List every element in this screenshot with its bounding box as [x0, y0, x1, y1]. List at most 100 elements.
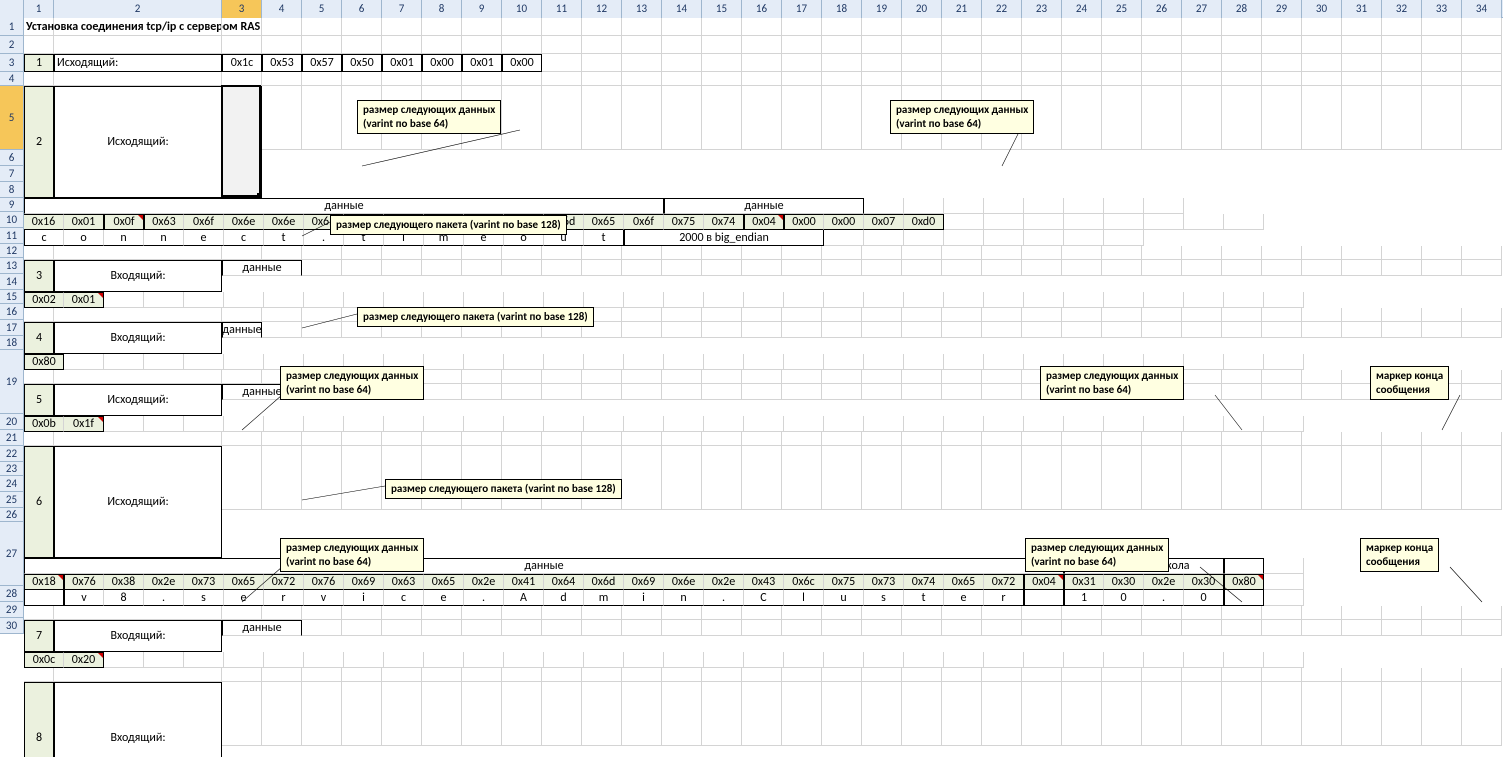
cell[interactable] [264, 416, 304, 432]
col-header[interactable]: 1 [24, 0, 54, 18]
cell[interactable] [1024, 652, 1064, 668]
cell[interactable] [54, 370, 222, 384]
cell[interactable] [1302, 18, 1342, 36]
cell[interactable] [582, 36, 622, 54]
cell[interactable] [24, 590, 64, 606]
cell[interactable] [1182, 54, 1222, 72]
cell[interactable] [662, 72, 702, 86]
cell[interactable] [1462, 308, 1502, 322]
cell[interactable] [502, 384, 542, 400]
cell[interactable] [902, 18, 942, 36]
cell[interactable] [422, 36, 462, 54]
cell[interactable]: 0x07 [864, 214, 904, 230]
cell[interactable] [1342, 72, 1382, 86]
cell[interactable] [1342, 668, 1382, 682]
row-header[interactable]: 9 [0, 198, 24, 212]
cell[interactable] [742, 322, 782, 338]
cell[interactable] [1422, 668, 1462, 682]
cell[interactable] [942, 36, 982, 54]
cell[interactable] [542, 260, 582, 276]
cell[interactable] [542, 620, 582, 636]
cell[interactable] [1062, 18, 1102, 36]
cell[interactable] [422, 620, 462, 636]
col-header[interactable]: 9 [462, 0, 502, 18]
cell[interactable]: e [224, 590, 264, 606]
row-header[interactable]: 8 [0, 182, 24, 198]
cell[interactable]: e [424, 590, 464, 606]
cell[interactable] [262, 246, 302, 260]
cell[interactable] [862, 370, 902, 384]
cell[interactable]: s [184, 590, 224, 606]
cell[interactable] [1062, 246, 1102, 260]
row-header[interactable]: 24 [0, 476, 24, 492]
cell[interactable] [704, 416, 744, 432]
cell[interactable] [1462, 606, 1502, 620]
cell[interactable] [902, 432, 942, 446]
cell[interactable] [144, 652, 184, 668]
cell[interactable]: 0x01 [64, 292, 104, 308]
cell[interactable] [984, 230, 1024, 246]
cell[interactable]: 0x75 [824, 574, 864, 590]
row-header[interactable]: 20 [0, 414, 24, 430]
cell[interactable] [1024, 590, 1064, 606]
cell[interactable]: 2000 в big_endian [624, 230, 824, 246]
cell[interactable] [904, 416, 944, 432]
cell[interactable] [342, 18, 382, 36]
cell[interactable] [1142, 18, 1182, 36]
cell[interactable]: 0x6e [664, 574, 704, 590]
cell[interactable] [302, 682, 342, 746]
cell[interactable] [1382, 18, 1422, 36]
col-header[interactable]: 10 [502, 0, 542, 18]
col-header[interactable]: 21 [942, 0, 982, 18]
col-header[interactable]: 31 [1342, 0, 1382, 18]
cell[interactable] [782, 668, 822, 682]
cell[interactable] [1382, 86, 1422, 150]
cell[interactable] [1264, 558, 1304, 574]
row-header[interactable]: 5 [0, 86, 24, 150]
cell[interactable] [342, 668, 382, 682]
cell[interactable] [1104, 416, 1144, 432]
cell[interactable] [24, 606, 54, 620]
cell[interactable] [1022, 308, 1062, 322]
cell[interactable] [1222, 36, 1262, 54]
cell[interactable] [262, 86, 302, 150]
cell[interactable] [744, 354, 784, 370]
cell[interactable] [1142, 246, 1182, 260]
cell[interactable] [1382, 54, 1422, 72]
cell[interactable] [782, 54, 822, 72]
cell[interactable] [1264, 590, 1304, 606]
cell[interactable] [262, 72, 302, 86]
cell[interactable] [862, 668, 902, 682]
col-header[interactable]: 16 [742, 0, 782, 18]
cell[interactable] [784, 292, 824, 308]
cell[interactable] [1144, 652, 1184, 668]
cell[interactable] [702, 370, 742, 384]
row-header[interactable]: 25 [0, 492, 24, 508]
cell[interactable] [304, 652, 344, 668]
col-header[interactable]: 8 [422, 0, 462, 18]
cell[interactable] [1262, 370, 1302, 384]
cell[interactable] [1142, 260, 1182, 276]
cell[interactable] [782, 36, 822, 54]
cell[interactable] [1142, 322, 1182, 338]
cell[interactable] [1262, 54, 1302, 72]
cell[interactable] [1062, 36, 1102, 54]
cell[interactable] [782, 322, 822, 338]
cell[interactable] [542, 432, 582, 446]
cell[interactable]: i [624, 590, 664, 606]
cell[interactable]: 0x04 [1024, 574, 1064, 590]
cell[interactable] [822, 86, 862, 150]
cell[interactable] [1022, 72, 1062, 86]
cell[interactable] [502, 446, 542, 510]
cell[interactable] [982, 370, 1022, 384]
cell[interactable] [782, 432, 822, 446]
cell[interactable] [1262, 36, 1302, 54]
cell[interactable] [864, 416, 904, 432]
cell[interactable]: Исходящий: [54, 384, 222, 416]
cell[interactable] [622, 36, 662, 54]
cell[interactable]: Исходящий: [54, 54, 222, 72]
cell[interactable] [982, 322, 1022, 338]
cell[interactable] [1382, 606, 1422, 620]
cell[interactable] [1264, 574, 1304, 590]
cell[interactable] [1382, 36, 1422, 54]
